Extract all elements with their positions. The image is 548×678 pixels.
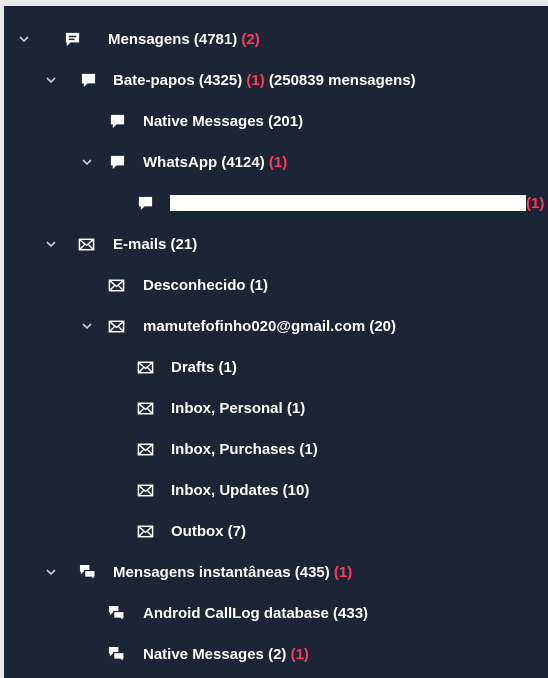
chevron-down-icon[interactable] [80,155,94,169]
tree-row-label: (1) [170,194,545,212]
envelope-icon [107,276,125,294]
envelope-icon [77,235,95,253]
tree-row-label: Inbox, Updates (10) [171,481,310,499]
tree-row-mensagens-instantaneas[interactable]: Mensagens instantâneas (435) (1) [4,552,548,592]
tree-row-label: Drafts (1) [171,358,237,376]
tree-row-label: Outbox (7) [171,522,246,540]
tree-row-mensagens[interactable]: Mensagens (4781) (2) [4,19,548,59]
chevron-down-icon[interactable] [80,319,94,333]
tree-row-label: Inbox, Purchases (1) [171,440,318,458]
chat-multi-icon [107,604,125,622]
unread-badge: (1) [290,645,309,663]
tree-row-label: Bate-papos (4325) (1) (250839 mensagens) [113,71,416,89]
tree-row-label: Native Messages (2) (1) [143,645,309,663]
tree-row-native-messages-im[interactable]: Native Messages (2) (1) [4,634,548,674]
envelope-icon [136,399,154,417]
tree-row-label: Mensagens instantâneas (435) (1) [113,563,353,581]
tree-row-bate-papos[interactable]: Bate-papos (4325) (1) (250839 mensagens) [4,60,548,100]
redacted-chat-name [170,194,526,211]
envelope-icon [107,317,125,335]
chevron-down-icon[interactable] [17,32,31,46]
tree-row-e-mails[interactable]: E-mails (21) [4,224,548,264]
tree-row-gmail-account[interactable]: mamutefofinho020@gmail.com (20) [4,306,548,346]
chat-bubble-icon [108,153,126,171]
chevron-down-icon[interactable] [44,237,58,251]
tree-row-android-calllog[interactable]: Android CallLog database (433) [4,593,548,633]
unread-badge: (1) [268,153,288,171]
envelope-icon [136,522,154,540]
tree-row-label: mamutefofinho020@gmail.com (20) [143,317,397,335]
envelope-icon [136,440,154,458]
unread-badge: (1) [246,71,265,89]
unread-badge: (1) [333,563,353,581]
tree-row-label: Desconhecido (1) [143,276,269,294]
tree-row-native-messages-chat[interactable]: Native Messages (201) [4,101,548,141]
tree-row-inbox-purchases[interactable]: Inbox, Purchases (1) [4,429,548,469]
tree-row-outbox[interactable]: Outbox (7) [4,511,548,551]
tree-row-inbox-personal[interactable]: Inbox, Personal (1) [4,388,548,428]
chat-multi-icon [78,563,96,581]
tree-row-label: E-mails (21) [113,235,198,253]
unread-badge: (1) [526,194,545,212]
tree-row-label: Android CallLog database (433) [143,604,369,622]
envelope-icon [136,481,154,499]
chat-square-icon [63,30,81,48]
tree-row-inbox-updates[interactable]: Inbox, Updates (10) [4,470,548,510]
tree-row-whatsapp[interactable]: WhatsApp (4124) (1) [4,142,548,182]
message-category-tree: Mensagens (4781) (2) Bate-papos (4325) (… [4,6,548,678]
tree-row-label: Native Messages (201) [143,112,304,130]
envelope-icon [136,358,154,376]
tree-row-label: WhatsApp (4124) (1) [143,153,288,171]
tree-row-label: Mensagens (4781) (2) [108,30,260,48]
chat-bubble-icon [136,194,154,212]
tree-row-whatsapp-redacted-chat[interactable]: (1) [4,183,548,223]
chat-multi-icon [107,645,125,663]
chat-bubble-icon [108,112,126,130]
tree-row-label: Inbox, Personal (1) [171,399,306,417]
chevron-down-icon[interactable] [44,73,58,87]
unread-badge: (2) [241,30,260,48]
tree-row-desconhecido[interactable]: Desconhecido (1) [4,265,548,305]
chevron-down-icon[interactable] [44,565,58,579]
tree-row-drafts[interactable]: Drafts (1) [4,347,548,387]
chat-bubble-icon [79,71,97,89]
